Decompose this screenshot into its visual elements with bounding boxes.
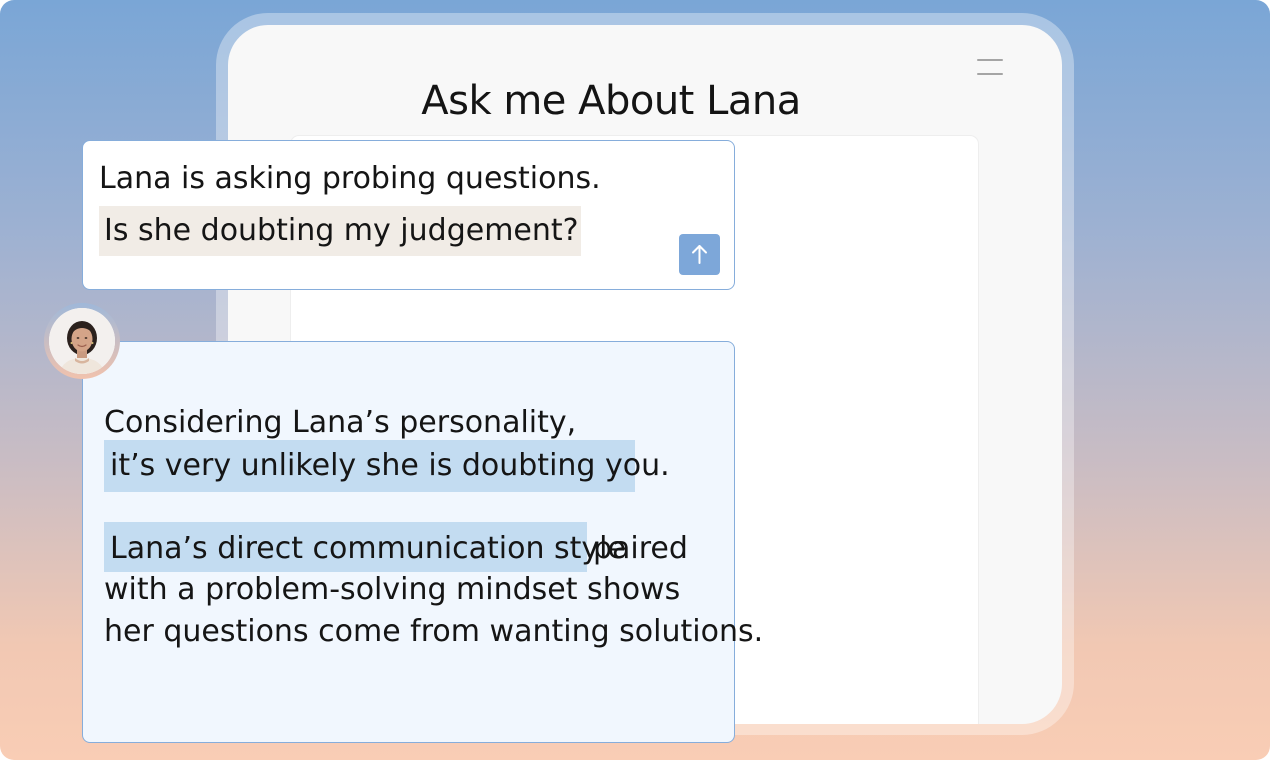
question-text-line: Lana is asking probing questions.	[99, 161, 601, 196]
question-input-box[interactable]: Lana is asking probing questions. Is she…	[82, 140, 735, 290]
arrow-up-icon	[692, 245, 707, 264]
page-title: Ask me About Lana	[421, 78, 801, 124]
answer-message: Considering Lana’s personality, it’s ver…	[82, 341, 763, 743]
answer-highlighted-text: Lana’s direct communication style	[110, 531, 626, 566]
answer-text-line: paired	[593, 531, 688, 566]
answer-text-line: her questions come from wanting solution…	[104, 614, 764, 649]
answer-text-line: with a problem-solving mindset shows	[104, 572, 681, 607]
avatar	[44, 303, 120, 379]
answer-text-line: Considering Lana’s personality,	[104, 405, 577, 440]
person-avatar-icon	[49, 308, 115, 374]
gradient-background: Ask me About Lana Lana is asking probing…	[0, 0, 1270, 760]
answer-highlighted-text: it’s very unlikely she is doubting you.	[110, 448, 670, 483]
hamburger-menu-icon[interactable]	[974, 55, 1008, 83]
question-highlighted-text: Is she doubting my judgement?	[99, 206, 581, 256]
send-button[interactable]	[679, 234, 720, 275]
